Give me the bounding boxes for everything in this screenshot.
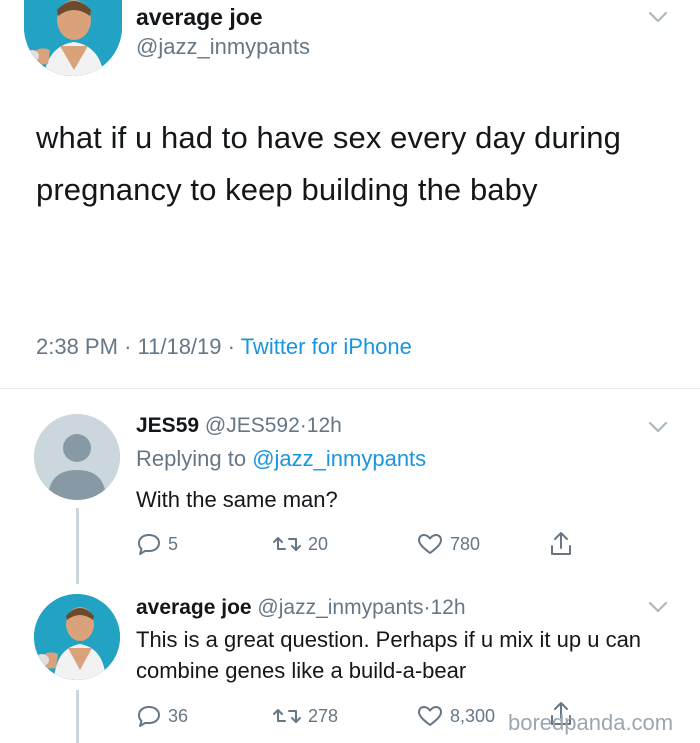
avatar-photo-icon bbox=[34, 594, 120, 680]
thread-line bbox=[76, 508, 79, 584]
meta-separator: · bbox=[124, 334, 132, 359]
reply-icon bbox=[138, 534, 160, 555]
reply-time[interactable]: 12h bbox=[430, 596, 465, 619]
display-name[interactable]: average joe bbox=[136, 596, 252, 619]
like-count: 780 bbox=[450, 533, 481, 554]
reply-count: 5 bbox=[168, 533, 179, 554]
meta-separator: · bbox=[299, 414, 307, 437]
retweet-button[interactable]: 20 bbox=[272, 532, 328, 556]
user-handle[interactable]: @jazz_inmypants bbox=[136, 34, 310, 60]
reply-time[interactable]: 12h bbox=[307, 414, 342, 437]
like-button[interactable]: 780 bbox=[416, 532, 480, 556]
reply-icon bbox=[138, 706, 160, 727]
retweet-button[interactable]: 278 bbox=[272, 704, 338, 728]
chevron-down-icon[interactable] bbox=[648, 10, 668, 24]
reply-header: JES59 @JES592·12h bbox=[136, 414, 342, 438]
user-handle[interactable]: @jazz_inmypants bbox=[257, 596, 423, 619]
tweet-time: 2:38 PM bbox=[36, 334, 118, 359]
replying-handle[interactable]: @jazz_inmypants bbox=[252, 446, 426, 471]
share-button[interactable] bbox=[548, 530, 574, 558]
tweet-text: what if u had to have sex every day duri… bbox=[36, 120, 621, 207]
replying-prefix: Replying to bbox=[136, 446, 247, 471]
reply-text: With the same man? bbox=[136, 487, 338, 512]
retweet-icon bbox=[273, 537, 301, 551]
retweet-icon bbox=[273, 709, 301, 723]
chevron-down-icon[interactable] bbox=[648, 420, 668, 434]
tweet-date: 11/18/19 bbox=[137, 334, 222, 359]
reply-text: This is a great question. Perhaps if u m… bbox=[136, 627, 642, 683]
reply-button[interactable]: 36 bbox=[136, 704, 188, 728]
tweet-metadata: 2:38 PM · 11/18/19 · Twitter for iPhone bbox=[36, 334, 412, 360]
avatar[interactable] bbox=[24, 0, 122, 76]
divider bbox=[0, 388, 700, 389]
user-handle[interactable]: @JES592 bbox=[205, 414, 300, 437]
meta-separator: · bbox=[227, 334, 235, 359]
share-icon bbox=[551, 532, 571, 555]
like-icon bbox=[418, 534, 442, 554]
reply-button[interactable]: 5 bbox=[136, 532, 178, 556]
like-icon bbox=[418, 706, 442, 726]
avatar[interactable] bbox=[34, 414, 120, 500]
retweet-count: 278 bbox=[308, 705, 339, 726]
display-name[interactable]: average joe bbox=[136, 4, 263, 31]
thread-line bbox=[76, 690, 79, 743]
default-avatar-icon bbox=[34, 414, 120, 500]
avatar[interactable] bbox=[34, 594, 120, 680]
like-count: 8,300 bbox=[450, 705, 496, 726]
display-name[interactable]: JES59 bbox=[136, 414, 199, 437]
tweet-source[interactable]: Twitter for iPhone bbox=[241, 334, 412, 359]
chevron-down-icon[interactable] bbox=[648, 600, 668, 614]
reply-count: 36 bbox=[168, 705, 189, 726]
watermark: boredpanda.com bbox=[508, 710, 674, 735]
retweet-count: 20 bbox=[308, 533, 329, 554]
reply-header: average joe @jazz_inmypants·12h bbox=[136, 596, 466, 620]
avatar-photo-icon bbox=[24, 0, 122, 76]
replying-to: Replying to @jazz_inmypants bbox=[136, 446, 426, 472]
like-button[interactable]: 8,300 bbox=[416, 704, 495, 728]
